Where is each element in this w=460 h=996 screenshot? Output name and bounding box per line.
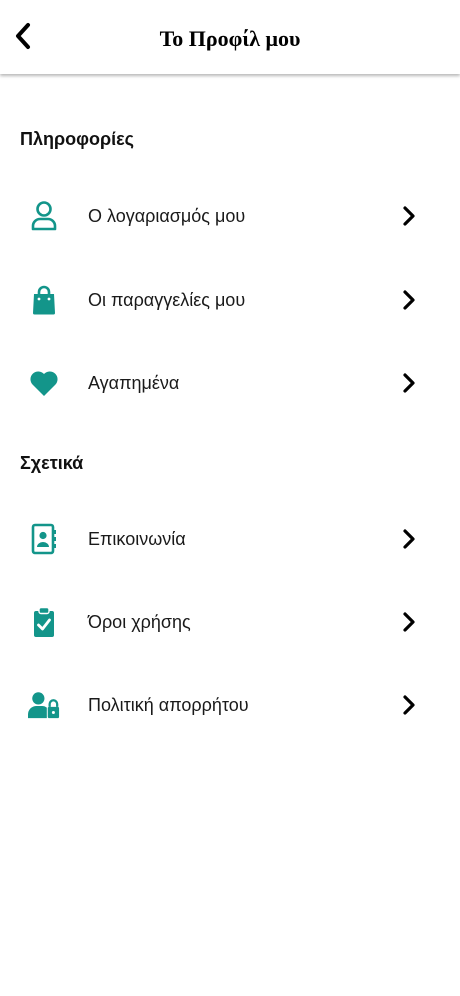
chevron-right-icon <box>398 289 420 311</box>
menu-item-account[interactable]: Ο λογαριασμός μου <box>0 186 460 246</box>
section-heading-info: Πληροφορίες <box>20 129 135 149</box>
menu-item-label: Επικοινωνία <box>88 529 186 549</box>
menu-item-label: Οι παραγγελίες μου <box>88 290 246 310</box>
clipboard-check-icon <box>28 606 60 638</box>
menu-item-favorites[interactable]: Αγαπημένα <box>0 353 460 413</box>
menu-item-contact[interactable]: Επικοινωνία <box>0 509 460 569</box>
page-title: Το Προφίλ μου <box>159 26 301 51</box>
menu-item-label: Όροι χρήσης <box>88 612 191 632</box>
menu-item-terms[interactable]: Όροι χρήσης <box>0 592 460 652</box>
menu-item-label: Ο λογαριασμός μου <box>88 206 246 226</box>
chevron-right-icon <box>398 528 420 550</box>
chevron-right-icon <box>398 205 420 227</box>
section-heading-about: Σχετικά <box>20 453 84 473</box>
shopping-bag-icon <box>28 284 60 316</box>
chevron-right-icon <box>398 372 420 394</box>
contact-book-icon <box>28 523 60 555</box>
app-header: Το Προφίλ μου <box>0 0 460 74</box>
menu-item-orders[interactable]: Οι παραγγελίες μου <box>0 270 460 330</box>
menu-item-privacy[interactable]: Πολιτική απορρήτου <box>0 675 460 735</box>
menu-item-label: Πολιτική απορρήτου <box>88 695 249 715</box>
chevron-right-icon <box>398 694 420 716</box>
menu-item-label: Αγαπημένα <box>88 373 180 393</box>
user-outline-icon <box>28 200 60 232</box>
chevron-right-icon <box>398 611 420 633</box>
user-lock-icon <box>28 689 60 721</box>
heart-icon <box>28 367 60 399</box>
